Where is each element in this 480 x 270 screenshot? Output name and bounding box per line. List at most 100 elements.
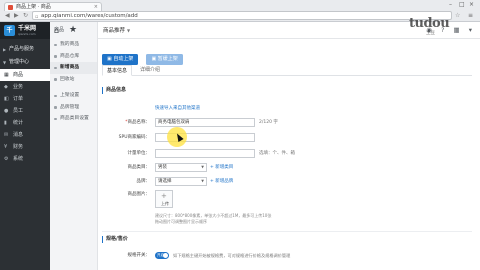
breadcrumb[interactable]: 商品推荐 ▼	[103, 22, 130, 40]
sidebar-item-system[interactable]: ⚙ 系统	[0, 153, 50, 165]
spec-toggle-switch[interactable]: 开启	[155, 252, 169, 259]
sidebar-item-label: 统计	[13, 120, 24, 126]
chevron-down-icon: ▼	[127, 28, 131, 33]
category-select[interactable]: 男装 ▼	[155, 163, 207, 172]
logo-mark-icon: 千	[4, 25, 15, 36]
browser-chrome: 商品上架 · 商品 × – □ × ◀ ▶ ↻ ▫ app.qianmi.com…	[0, 0, 480, 22]
action-bar: ▣ 自动上架 ▣ 暂缓上架	[102, 45, 186, 65]
subnav-item-label: 新增商品	[60, 65, 80, 70]
row-unit: 计量单位： 选填：个、件、箱	[102, 149, 472, 159]
image-upload-button[interactable]: + 上传	[155, 190, 173, 208]
unit-label: 计量单位：	[127, 151, 151, 156]
goods-name-count: 2/120 字	[259, 120, 278, 125]
subnav-item-brand[interactable]: 品牌管理	[50, 102, 97, 114]
sidebar-group-admin[interactable]: ▼ 管理中心	[0, 56, 50, 69]
address-text: app.qianmi.com/wares/custom/add	[41, 13, 138, 19]
subnav-item-recycle[interactable]: 回收站	[50, 74, 97, 86]
home-icon[interactable]: ⌂	[54, 26, 59, 35]
back-icon[interactable]: ◀	[5, 12, 10, 19]
spec-toggle-note: 如下规格主键开始被规格费，可对规格进行价格及规格调价管理	[173, 253, 291, 258]
image-help-line-2: 拖动图片可调整图片显示顺序	[155, 219, 207, 224]
chevron-down-icon: ▼	[201, 165, 204, 169]
dot-icon	[54, 66, 57, 69]
sidebar-item-staff[interactable]: ● 员工	[0, 105, 50, 117]
chevron-down-icon: ▼	[3, 60, 7, 65]
subnav-item-my-goods[interactable]: 我的商品	[50, 39, 97, 51]
add-category-link[interactable]: + 新增类目	[210, 163, 233, 173]
brand-select[interactable]: 请选择 ▼	[155, 177, 207, 186]
brand-select-value: 请选择	[158, 179, 172, 184]
logo[interactable]: 千 千米网 qianmi.com	[0, 22, 50, 39]
tab-detail[interactable]: 详细介绍	[136, 65, 164, 75]
bookmark-star-icon[interactable]: ☆	[455, 12, 460, 19]
add-brand-link[interactable]: + 新增品牌	[210, 177, 233, 187]
row-brand: 品牌： 请选择 ▼ + 新增品牌	[102, 177, 472, 187]
subnav-item-label: 我的商品	[60, 42, 80, 47]
sidebar: 千 千米网 qianmi.com ▶ 产品与服务 ▼ 管理中心 ▦ 商品 ◆ 业…	[0, 22, 50, 270]
sidebar-item-label: 系统	[13, 156, 24, 162]
dot-icon	[54, 117, 57, 120]
sidebar-group-products[interactable]: ▶ 产品与服务	[0, 43, 50, 56]
subnav-item-warehouse[interactable]: 商品仓库	[50, 51, 97, 63]
close-window-icon[interactable]: ×	[469, 1, 474, 8]
maximize-icon[interactable]: □	[459, 1, 465, 8]
toggle-knob	[163, 253, 168, 258]
main-content: 基本信息 详细介绍 商品信息 快速导入来自其他渠道 *商品名称： 商务电脑包双肩…	[102, 63, 472, 270]
sidebar-item-orders[interactable]: ◧ 订单	[0, 93, 50, 105]
upload-label: 上传	[161, 201, 169, 206]
sidebar-item-stats[interactable]: ▮ 统计	[0, 117, 50, 129]
grid-menu-icon[interactable]: ▦	[454, 26, 460, 34]
grid-icon: ▦	[4, 72, 9, 78]
page-icon: ▫	[35, 14, 39, 20]
watermark-logo: tudou	[409, 16, 450, 31]
sidebar-item-business[interactable]: ◆ 业务	[0, 81, 50, 93]
spu-code-label: SPU商家编码：	[118, 135, 150, 140]
goods-name-label-text: 商品名称：	[127, 120, 151, 125]
dot-icon	[54, 106, 57, 109]
subnav-item-shelf-settings[interactable]: 上架设置	[50, 90, 97, 102]
sidebar-item-messages[interactable]: ✉ 消息	[0, 129, 50, 141]
section-title-goods-info: 商品信息	[102, 87, 126, 94]
chevron-down-icon: ▼	[201, 179, 204, 183]
subnav-item-category[interactable]: 商品类目设置	[50, 113, 97, 125]
reload-icon[interactable]: ↻	[23, 12, 28, 19]
sidebar-item-goods[interactable]: ▦ 商品	[0, 69, 50, 81]
row-images: 商品图片： + 上传	[102, 190, 472, 212]
url-bar: ◀ ▶ ↻ ▫ app.qianmi.com/wares/custom/add …	[4, 11, 476, 21]
minimize-icon[interactable]: –	[449, 1, 452, 8]
unit-input[interactable]	[155, 149, 255, 158]
category-select-value: 男装	[158, 165, 167, 170]
subnav-item-label: 上架设置	[60, 93, 80, 98]
goods-name-label: *商品名称：	[102, 118, 150, 128]
gear-icon: ⚙	[4, 156, 9, 162]
goods-name-input[interactable]: 商务电脑包双肩	[155, 118, 255, 127]
address-field[interactable]: ▫ app.qianmi.com/wares/custom/add	[32, 11, 452, 20]
favorite-star-icon[interactable]: ★	[69, 25, 77, 35]
dot-icon	[54, 55, 57, 58]
sidebar-item-finance[interactable]: ¥ 财务	[0, 141, 50, 153]
tab-close-icon[interactable]: ×	[94, 3, 98, 11]
dot-icon	[54, 43, 57, 46]
cart-icon: ◧	[4, 96, 9, 102]
sub-navigation: 商品 我的商品 商品仓库 新增商品 回收站 上架设置 品牌管理 商品类目设置	[50, 22, 98, 270]
section-title-spec: 规格/售价	[102, 236, 128, 243]
logo-url: qianmi.com	[18, 32, 36, 36]
tab-basic-info[interactable]: 基本信息	[102, 65, 133, 76]
topbar-shortcuts: ⌂ ★	[54, 22, 94, 39]
browser-menu-icon[interactable]: ≡	[468, 12, 473, 19]
unit-note: 选填：个、件、箱	[259, 151, 295, 156]
message-icon: ✉	[4, 132, 9, 138]
auto-shelf-label: 自动上架	[113, 56, 134, 62]
subnav-item-add-goods[interactable]: 新增商品	[50, 62, 97, 74]
row-spu-code: SPU商家编码：	[102, 133, 472, 143]
sidebar-item-label: 订单	[13, 96, 24, 102]
user-menu-icon[interactable]: ▾	[469, 26, 472, 34]
browser-tab[interactable]: 商品上架 · 商品 ×	[4, 2, 102, 11]
subnav-item-label: 商品类目设置	[60, 116, 89, 121]
subnav-item-label: 商品仓库	[60, 53, 80, 59]
forward-icon[interactable]: ▶	[14, 12, 19, 19]
dot-icon	[54, 78, 57, 81]
favicon-icon	[8, 4, 13, 10]
quick-import-link[interactable]: 快速导入来自其他渠道	[155, 105, 200, 111]
sidebar-group-label: 管理中心	[9, 59, 30, 65]
